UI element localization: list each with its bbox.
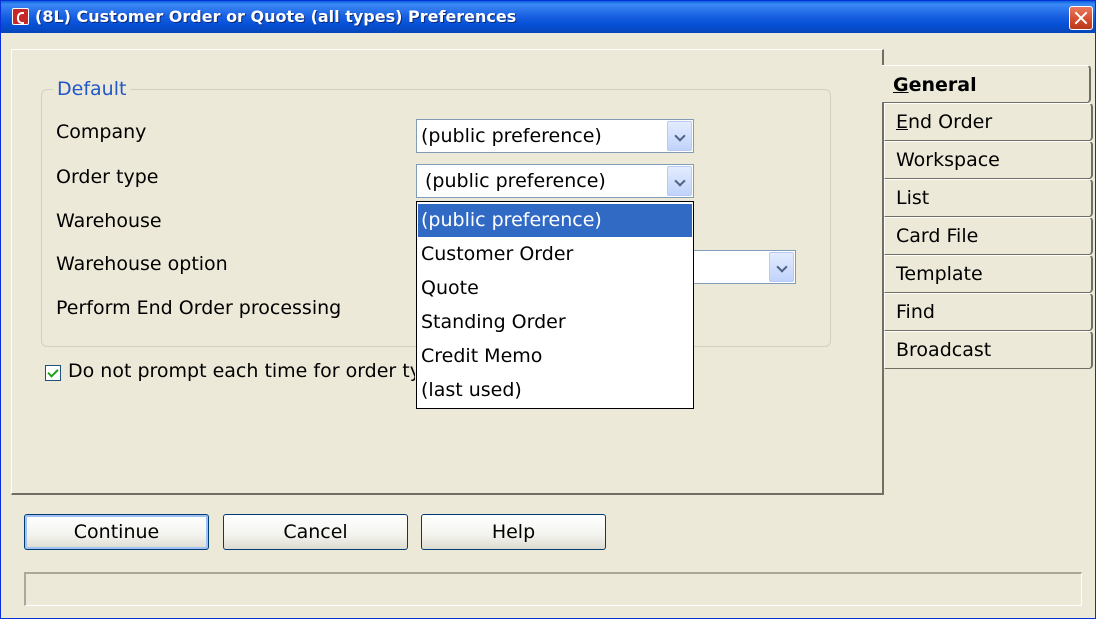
warehouse-option-select[interactable] <box>691 250 796 284</box>
tab-end-order[interactable]: End Order <box>884 103 1093 141</box>
company-select-value: (public preference) <box>421 125 602 147</box>
chevron-down-icon[interactable] <box>667 166 692 196</box>
warehouse-label: Warehouse <box>56 210 162 232</box>
status-bar <box>24 572 1082 606</box>
title-bar[interactable]: (8L) Customer Order or Quote (all types)… <box>1 1 1095 33</box>
app-logo-icon <box>12 8 29 25</box>
tab-list[interactable]: List <box>884 179 1093 217</box>
chevron-down-icon[interactable] <box>667 121 692 151</box>
dropdown-option[interactable]: Standing Order <box>418 306 692 339</box>
window-title: (8L) Customer Order or Quote (all types)… <box>35 7 517 26</box>
tab-find[interactable]: Find <box>884 293 1093 331</box>
company-label: Company <box>56 121 147 143</box>
order-type-select[interactable]: (public preference) <box>416 164 694 198</box>
cancel-button[interactable]: Cancel <box>223 514 408 550</box>
tab-general-label: eneral <box>908 74 977 96</box>
preferences-dialog: (8L) Customer Order or Quote (all types)… <box>0 0 1096 619</box>
close-button[interactable] <box>1069 6 1093 30</box>
tab-card-file-label: Card File <box>896 225 979 247</box>
tab-find-label: Find <box>896 301 935 323</box>
tab-broadcast[interactable]: Broadcast <box>884 331 1093 369</box>
dropdown-option[interactable]: Credit Memo <box>418 340 692 373</box>
tab-template-label: Template <box>896 263 983 285</box>
tab-general-accesskey: G <box>893 74 909 96</box>
company-select[interactable]: (public preference) <box>416 119 694 153</box>
continue-button[interactable]: Continue <box>24 514 209 550</box>
chevron-down-icon[interactable] <box>769 252 794 282</box>
tab-list-label: List <box>896 187 930 209</box>
do-not-prompt-label[interactable]: Do not prompt each time for order type <box>68 360 415 382</box>
warehouse-option-label: Warehouse option <box>56 253 228 275</box>
tab-workspace[interactable]: Workspace <box>884 141 1093 179</box>
do-not-prompt-checkbox[interactable] <box>45 365 61 381</box>
dropdown-option[interactable]: (public preference) <box>418 204 692 237</box>
order-type-label: Order type <box>56 166 159 188</box>
tab-card-file[interactable]: Card File <box>884 217 1093 255</box>
groupbox-legend: Default <box>53 78 131 100</box>
dropdown-option[interactable]: Quote <box>418 272 692 305</box>
dropdown-option[interactable]: (last used) <box>418 374 692 407</box>
tab-template[interactable]: Template <box>884 255 1093 293</box>
tab-general[interactable]: General <box>882 65 1091 103</box>
tab-end-order-label: nd Order <box>908 111 993 133</box>
dropdown-option[interactable]: Customer Order <box>418 238 692 271</box>
tab-workspace-label: Workspace <box>896 149 1000 171</box>
order-type-dropdown-list: (public preference) Customer Order Quote… <box>416 201 694 409</box>
tab-end-order-accesskey: E <box>896 111 909 133</box>
order-type-select-value: (public preference) <box>425 170 606 192</box>
tab-broadcast-label: Broadcast <box>896 339 992 361</box>
end-order-processing-label: Perform End Order processing <box>56 297 342 319</box>
help-button[interactable]: Help <box>421 514 606 550</box>
